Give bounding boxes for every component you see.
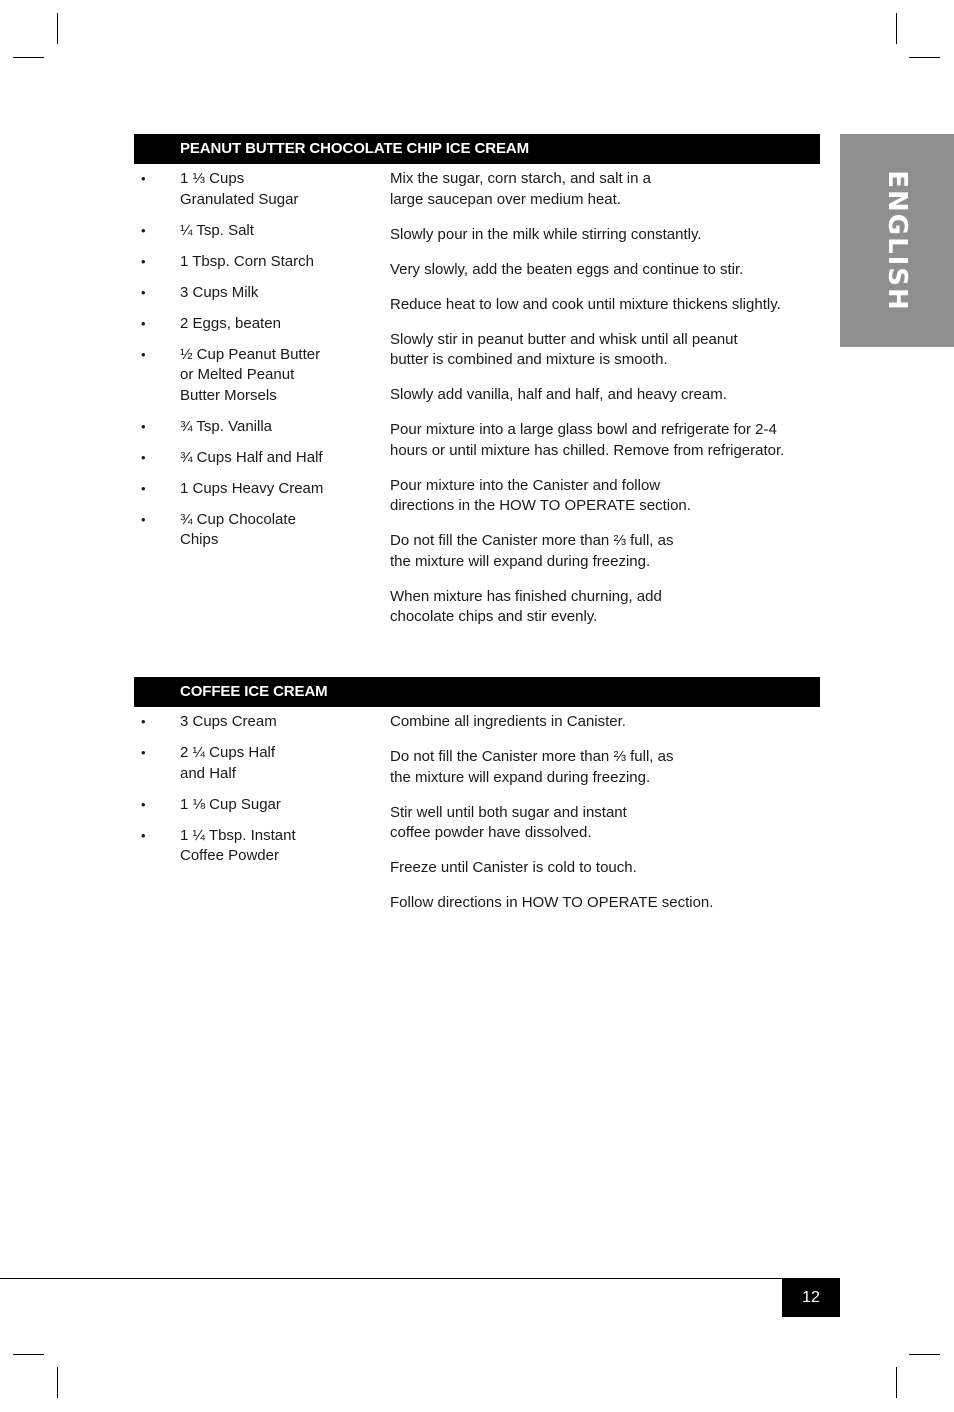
bullet-icon: • [141,480,146,496]
bullet-icon: • [141,796,146,812]
step-item: Slowly stir in peanut butter and whisk u… [390,330,738,369]
ingredient-text: ¼ Tsp. Salt [180,221,254,239]
bullet-icon: • [141,253,146,269]
steps-list: Mix the sugar, corn starch, and salt in … [390,169,822,642]
ingredient-text: 2 ¼ Cups Half and Half [180,744,276,782]
ingredient-item: • 1 Cups Heavy Cream [134,479,374,500]
step-item: Freeze until Canister is cold to touch. [390,859,637,876]
step-item: Very slowly, add the beaten eggs and con… [390,260,744,278]
bullet-icon: • [141,222,146,238]
ingredient-text: ¾ Tsp. Vanilla [180,417,272,435]
crop-mark-top-right-horizontal [909,57,940,59]
ingredient-item: • 1 ¼ Tbsp. Instant Coffee Powder [134,826,374,867]
step-item: Pour mixture into the Canister and follo… [390,476,691,515]
ingredient-text: 1 ¼ Tbsp. Instant Coffee Powder [180,826,296,865]
ingredient-item: • 1 ⅛ Cup Sugar [134,795,374,816]
bullet-icon: • [141,171,146,186]
bullet-icon: • [141,827,146,843]
ingredient-text: 1 Tbsp. Corn Starch [180,252,314,270]
ingredient-item: • ¾ Cup Chocolate Chips [134,510,374,551]
ingredient-text: 1 ⅓ Cups Granulated Sugar [180,170,299,208]
step-item: Combine all ingredients in Canister. [390,713,626,730]
language-tab: ENGLISH [840,134,954,347]
bullet-icon: • [141,315,146,331]
recipe-title: PEANUT BUTTER CHOCOLATE CHIP ICE CREAM [134,134,820,164]
language-tab-label: ENGLISH [882,169,912,312]
ingredient-item: • 1 Tbsp. Corn Starch [134,252,374,273]
steps-list: Combine all ingredients in Canister. Do n… [390,712,822,928]
bullet-icon: • [141,449,146,465]
crop-mark-bottom-left-horizontal [13,1354,44,1356]
footer-rule [0,1278,782,1280]
bullet-icon: • [141,418,146,434]
bullet-icon: • [141,511,146,527]
ingredient-text: ¾ Cups Half and Half [180,448,323,466]
crop-mark-bottom-right-vertical [896,1367,898,1398]
step-item: Do not fill the Canister more than ⅔ ful… [390,748,674,786]
ingredient-text: 3 Cups Milk [180,283,259,301]
ingredient-item: • ¼ Tsp. Salt [134,221,374,242]
step-item: Reduce heat to low and cook until mixtur… [390,295,781,313]
ingredient-item: • 3 Cups Cream [134,712,374,733]
ingredient-item: • ¾ Cups Half and Half [134,448,374,469]
crop-mark-top-right-vertical [896,13,898,44]
step-item: Slowly add vanilla, half and half, and h… [390,386,727,403]
bullet-icon: • [141,745,146,760]
crop-mark-bottom-left-vertical [57,1367,59,1398]
ingredient-item: • 3 Cups Milk [134,283,374,304]
recipe-title: COFFEE ICE CREAM [134,677,820,707]
bullet-icon: • [141,284,146,300]
ingredient-text: 1 Cups Heavy Cream [180,479,324,497]
ingredient-text: ¾ Cup Chocolate Chips [180,510,296,549]
crop-mark-bottom-right-horizontal [909,1354,940,1356]
step-item: Follow directions in HOW TO OPERATE sect… [390,894,714,911]
ingredient-list: • 1 ⅓ Cups Granulated Sugar • ¼ Tsp. Salt • 1… [134,169,374,561]
step-item: Pour mixture into a large glass bowl and… [390,421,785,459]
ingredient-item: • 1 ⅓ Cups Granulated Sugar [134,169,374,210]
ingredient-item: • 2 ¼ Cups Half and Half [134,743,374,784]
ingredient-item: • ½ Cup Peanut Butter or Melted Peanut Bu… [134,345,374,407]
page-number: 12 [782,1278,840,1317]
ingredient-list: • 3 Cups Cream • 2 ¼ Cups Half and Half • 1 ⅛… [134,712,374,877]
crop-mark-top-left-vertical [57,13,59,44]
ingredient-item: • 2 Eggs, beaten [134,314,374,335]
step-item: Do not fill the Canister more than ⅔ ful… [390,532,674,570]
ingredient-text: 3 Cups Cream [180,713,277,730]
step-item: Stir well until both sugar and instant c… [390,803,627,842]
step-item: Slowly pour in the milk while stirring c… [390,225,702,243]
ingredient-item: • ¾ Tsp. Vanilla [134,417,374,438]
ingredient-text: 1 ⅛ Cup Sugar [180,795,281,813]
ingredient-text: ½ Cup Peanut Butter or Melted Peanut But… [180,345,321,404]
ingredient-text: 2 Eggs, beaten [180,314,281,332]
bullet-icon: • [141,346,146,362]
crop-mark-top-left-horizontal [13,57,44,59]
step-item: When mixture has finished churning, add … [390,587,662,626]
step-item: Mix the sugar, corn starch, and salt in … [390,170,651,208]
bullet-icon: • [141,714,146,729]
